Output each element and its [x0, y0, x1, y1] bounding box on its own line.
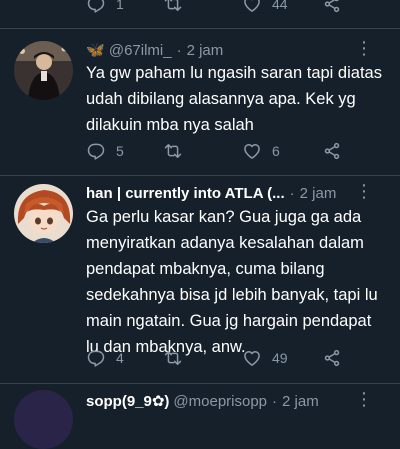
tweet-text: Ga perlu kasar kan? Gua juga ga ada meny… [86, 208, 378, 356]
share-icon [322, 348, 342, 368]
reply-button[interactable]: 5 [86, 139, 124, 163]
like-count: 6 [272, 143, 280, 159]
display-name[interactable]: han | currently into ATLA (... [86, 185, 285, 202]
reply-icon [86, 0, 106, 14]
retweet-button[interactable] [163, 0, 183, 16]
separator: · [289, 184, 295, 202]
like-button[interactable]: 6 [242, 139, 280, 163]
retweet-button[interactable] [163, 139, 183, 163]
previous-tweet-actions: 1 44 [0, 0, 400, 16]
reply-count: 5 [116, 143, 124, 159]
handle[interactable]: 🦋 @67ilmi_ [86, 41, 172, 59]
retweet-button[interactable] [163, 346, 183, 370]
retweet-icon [163, 141, 183, 161]
separator: · [176, 41, 182, 59]
tweet[interactable]: han | currently into ATLA (... · 2 jam ⋮… [0, 176, 400, 383]
like-count: 44 [272, 0, 288, 12]
share-button[interactable] [322, 139, 342, 163]
display-name[interactable]: sopp(9_9✿) [86, 392, 169, 410]
timestamp[interactable]: 2 jam [282, 393, 319, 410]
timestamp[interactable]: 2 jam [300, 185, 337, 202]
handle[interactable]: @moeprisopp [173, 393, 267, 410]
like-icon [242, 348, 262, 368]
avatar[interactable] [14, 390, 73, 449]
tweet-header: han | currently into ATLA (... · 2 jam ⋮ [86, 182, 386, 204]
retweet-icon [163, 0, 183, 14]
separator: · [272, 392, 278, 410]
tweet-actions: 5 6 [0, 139, 400, 163]
reply-count: 4 [116, 350, 124, 366]
like-count: 49 [272, 350, 288, 366]
tweet[interactable]: 🦋 @67ilmi_ · 2 jam ⋮ Ya gw paham lu ngas… [0, 29, 400, 175]
retweet-icon [163, 348, 183, 368]
share-button[interactable] [322, 346, 342, 370]
like-button[interactable]: 49 [242, 346, 288, 370]
avatar[interactable] [14, 184, 73, 243]
reply-count: 1 [116, 0, 124, 12]
reply-icon [86, 348, 106, 368]
share-icon [322, 141, 342, 161]
like-button[interactable]: 44 [242, 0, 288, 16]
tweet-actions: 4 49 [0, 346, 400, 370]
reply-button[interactable]: 4 [86, 346, 124, 370]
more-icon[interactable]: ⋮ [355, 182, 373, 200]
more-icon[interactable]: ⋮ [355, 39, 373, 57]
like-icon [242, 141, 262, 161]
share-icon [322, 0, 342, 14]
like-icon [242, 0, 262, 14]
timestamp[interactable]: 2 jam [187, 42, 224, 59]
more-icon[interactable]: ⋮ [355, 390, 373, 408]
reply-icon [86, 141, 106, 161]
avatar[interactable] [14, 41, 73, 100]
tweet-header: 🦋 @67ilmi_ · 2 jam ⋮ [86, 39, 386, 61]
tweet-header: sopp(9_9✿) @moeprisopp · 2 jam ⋮ [86, 390, 386, 412]
tweet[interactable]: sopp(9_9✿) @moeprisopp · 2 jam ⋮ [0, 384, 400, 449]
reply-button[interactable]: 1 [86, 0, 124, 16]
share-button[interactable] [322, 0, 342, 16]
tweet-text: Ya gw paham lu ngasih saran tapi diatas … [86, 64, 382, 134]
